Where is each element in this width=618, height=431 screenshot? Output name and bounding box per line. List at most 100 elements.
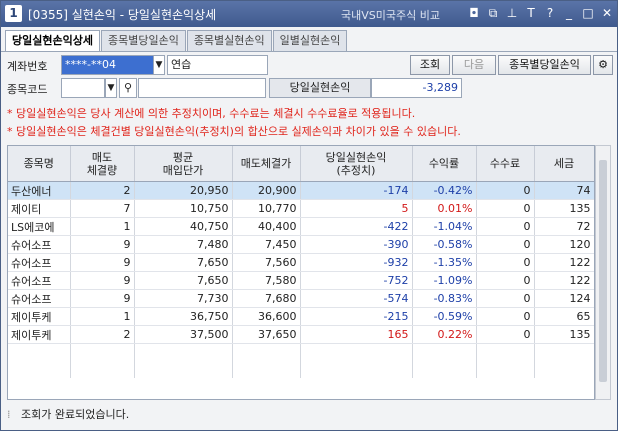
tab-3[interactable]: 종목별실현손익 <box>186 30 272 51</box>
help-icon[interactable]: ? <box>543 5 557 21</box>
font-size-icon[interactable]: T <box>524 5 538 21</box>
status-bar: ⁞ 조회가 완료되었습니다. <box>7 405 607 425</box>
close-icon[interactable]: ✕ <box>600 5 614 21</box>
account-dropdown-button[interactable]: ▼ <box>153 55 165 75</box>
table-row[interactable]: 제이투케 2 37,500 37,650 165 0.22% 0 135 <box>8 325 594 344</box>
table-row[interactable]: 제이티 7 10,750 10,770 5 0.01% 0 135 <box>8 199 594 218</box>
chevron-down-icon: ▼ <box>107 83 115 93</box>
note-estimate: * 당일실현손익은 당사 계산에 의한 추정치이며, 수수료는 체결시 수수료율… <box>7 107 416 120</box>
cell-qty: 7 <box>70 199 135 218</box>
column-header-label: (추정치) <box>336 163 376 177</box>
cell-tax: 135 <box>534 325 594 344</box>
cell-rate: 0.22% <box>412 325 477 344</box>
stock-code-dropdown-button[interactable]: ▼ <box>105 78 117 98</box>
cell-tax: 135 <box>534 199 594 218</box>
column-header-label: 종목명 <box>23 157 54 170</box>
search-icon: ⚲ <box>123 81 133 94</box>
cell-avg: 10,750 <box>134 199 233 218</box>
cell-pl: -752 <box>300 271 413 290</box>
cell-avg: 7,650 <box>134 271 233 290</box>
cell-name: 슈어소프 <box>8 253 71 272</box>
next-button[interactable]: 다음 <box>452 55 496 75</box>
cell-sell: 20,900 <box>232 181 301 200</box>
table-row[interactable]: 두산에너 2 20,950 20,900 -174 -0.42% 0 74 <box>8 181 594 200</box>
table-row[interactable]: 슈어소프 9 7,650 7,580 -752 -1.09% 0 122 <box>8 271 594 290</box>
column-header[interactable]: 매도체결가 <box>232 146 301 182</box>
cell-name: 제이투케 <box>8 325 71 344</box>
column-header-label: 수익률 <box>428 157 460 170</box>
stock-search-button[interactable]: ⚲ <box>119 78 137 98</box>
cell-fee: 0 <box>476 181 535 200</box>
empty-row <box>8 361 594 378</box>
grip-icon: ⁞ <box>7 408 11 421</box>
table-row[interactable]: 슈어소프 9 7,650 7,560 -932 -1.35% 0 122 <box>8 253 594 272</box>
cell-sell: 40,400 <box>232 217 301 236</box>
cell-tax: 122 <box>534 271 594 290</box>
column-header-label: 매입단가 <box>162 163 204 177</box>
cell-pl: -215 <box>300 307 413 326</box>
scrollbar-thumb[interactable] <box>599 160 607 382</box>
pin-icon[interactable]: ⊥ <box>505 5 519 21</box>
cell-avg: 36,750 <box>134 307 233 326</box>
minimize-icon[interactable]: _ <box>562 5 576 21</box>
stock-pl-button[interactable]: 종목별당일손익 <box>498 55 591 75</box>
cell-tax: 122 <box>534 253 594 272</box>
table-row[interactable]: 슈어소프 9 7,730 7,680 -574 -0.83% 0 124 <box>8 289 594 308</box>
cell-rate: -1.35% <box>412 253 477 272</box>
cell-rate: -0.42% <box>412 181 477 200</box>
column-header[interactable]: 세금 <box>534 146 594 182</box>
table-row[interactable]: 슈어소프 9 7,480 7,450 -390 -0.58% 0 120 <box>8 235 594 254</box>
column-header[interactable]: 당일실현손익 (추정치) <box>300 146 413 182</box>
maximize-icon[interactable]: □ <box>581 5 595 21</box>
stock-code-label: 종목코드 <box>7 83 48 96</box>
copy-icon[interactable]: ⧉ <box>486 5 500 21</box>
column-header[interactable]: 수익률 <box>412 146 477 182</box>
cell-qty: 9 <box>70 271 135 290</box>
cell-qty: 9 <box>70 235 135 254</box>
column-header-label: 체결량 <box>86 163 118 177</box>
column-header[interactable]: 매도 체결량 <box>70 146 135 182</box>
column-header[interactable]: 종목명 <box>8 146 71 182</box>
stock-code-input[interactable] <box>61 78 105 98</box>
cell-fee: 0 <box>476 199 535 218</box>
column-header[interactable]: 수수료 <box>476 146 535 182</box>
table-body: 두산에너 2 20,950 20,900 -174 -0.42% 0 74 제이티 7 10,750… <box>8 181 594 378</box>
restore-window-icon[interactable]: ◘ <box>467 5 481 21</box>
cell-tax: 120 <box>534 235 594 254</box>
vertical-scrollbar[interactable] <box>595 145 611 400</box>
cell-name: 제이투케 <box>8 307 71 326</box>
cell-qty: 2 <box>70 181 135 200</box>
column-header-label: 수수료 <box>489 157 521 170</box>
query-button[interactable]: 조회 <box>410 55 450 75</box>
tab-1[interactable]: 당일실현손익상세 <box>5 30 100 52</box>
realized-pl-label: 당일실현손익 <box>269 78 371 98</box>
compare-link[interactable]: 국내VS미국주식 비교 <box>341 7 440 23</box>
account-number-field[interactable]: ****-**04 <box>61 55 156 75</box>
cell-avg: 20,950 <box>134 181 233 200</box>
note-difference: * 당일실현손익은 체결건별 당일실현손익(추정치)의 합산으로 실제손익과 차… <box>7 125 461 138</box>
column-header[interactable]: 평균 매입단가 <box>134 146 233 182</box>
cell-avg: 7,730 <box>134 289 233 308</box>
tab-2[interactable]: 종목별당일손익 <box>100 30 186 51</box>
tab-4[interactable]: 일별실현손익 <box>272 30 348 51</box>
cell-pl: 165 <box>300 325 413 344</box>
settings-button[interactable]: ⚙ <box>593 55 613 75</box>
cell-pl: -390 <box>300 235 413 254</box>
cell-fee: 0 <box>476 217 535 236</box>
tab-divider <box>1 51 617 52</box>
cell-name: 슈어소프 <box>8 235 71 254</box>
cell-tax: 74 <box>534 181 594 200</box>
realized-pl-table: 종목명 매도 체결량 평균 매입단가 매도체결가 당일실현손익 (추정치) 수익률 수수료 세금 두… <box>7 145 595 400</box>
cell-sell: 7,450 <box>232 235 301 254</box>
table-row[interactable]: 제이투케 1 36,750 36,600 -215 -0.59% 0 65 <box>8 307 594 326</box>
cell-avg: 7,480 <box>134 235 233 254</box>
title-bar[interactable]: 1 [0355] 실현손익 - 당일실현손익상세 국내VS미국주식 비교 ◘ ⧉ ⊥… <box>1 1 617 27</box>
cell-pl: -174 <box>300 181 413 200</box>
cell-sell: 37,650 <box>232 325 301 344</box>
table-row[interactable]: LS에코에 1 40,750 40,400 -422 -1.04% 0 72 <box>8 217 594 236</box>
cell-fee: 0 <box>476 271 535 290</box>
column-header-label: 평균 <box>172 150 194 164</box>
cell-rate: -0.58% <box>412 235 477 254</box>
cell-qty: 1 <box>70 307 135 326</box>
tab-bar: 당일실현손익상세 종목별당일손익 종목별실현손익 일별실현손익 <box>5 30 348 52</box>
